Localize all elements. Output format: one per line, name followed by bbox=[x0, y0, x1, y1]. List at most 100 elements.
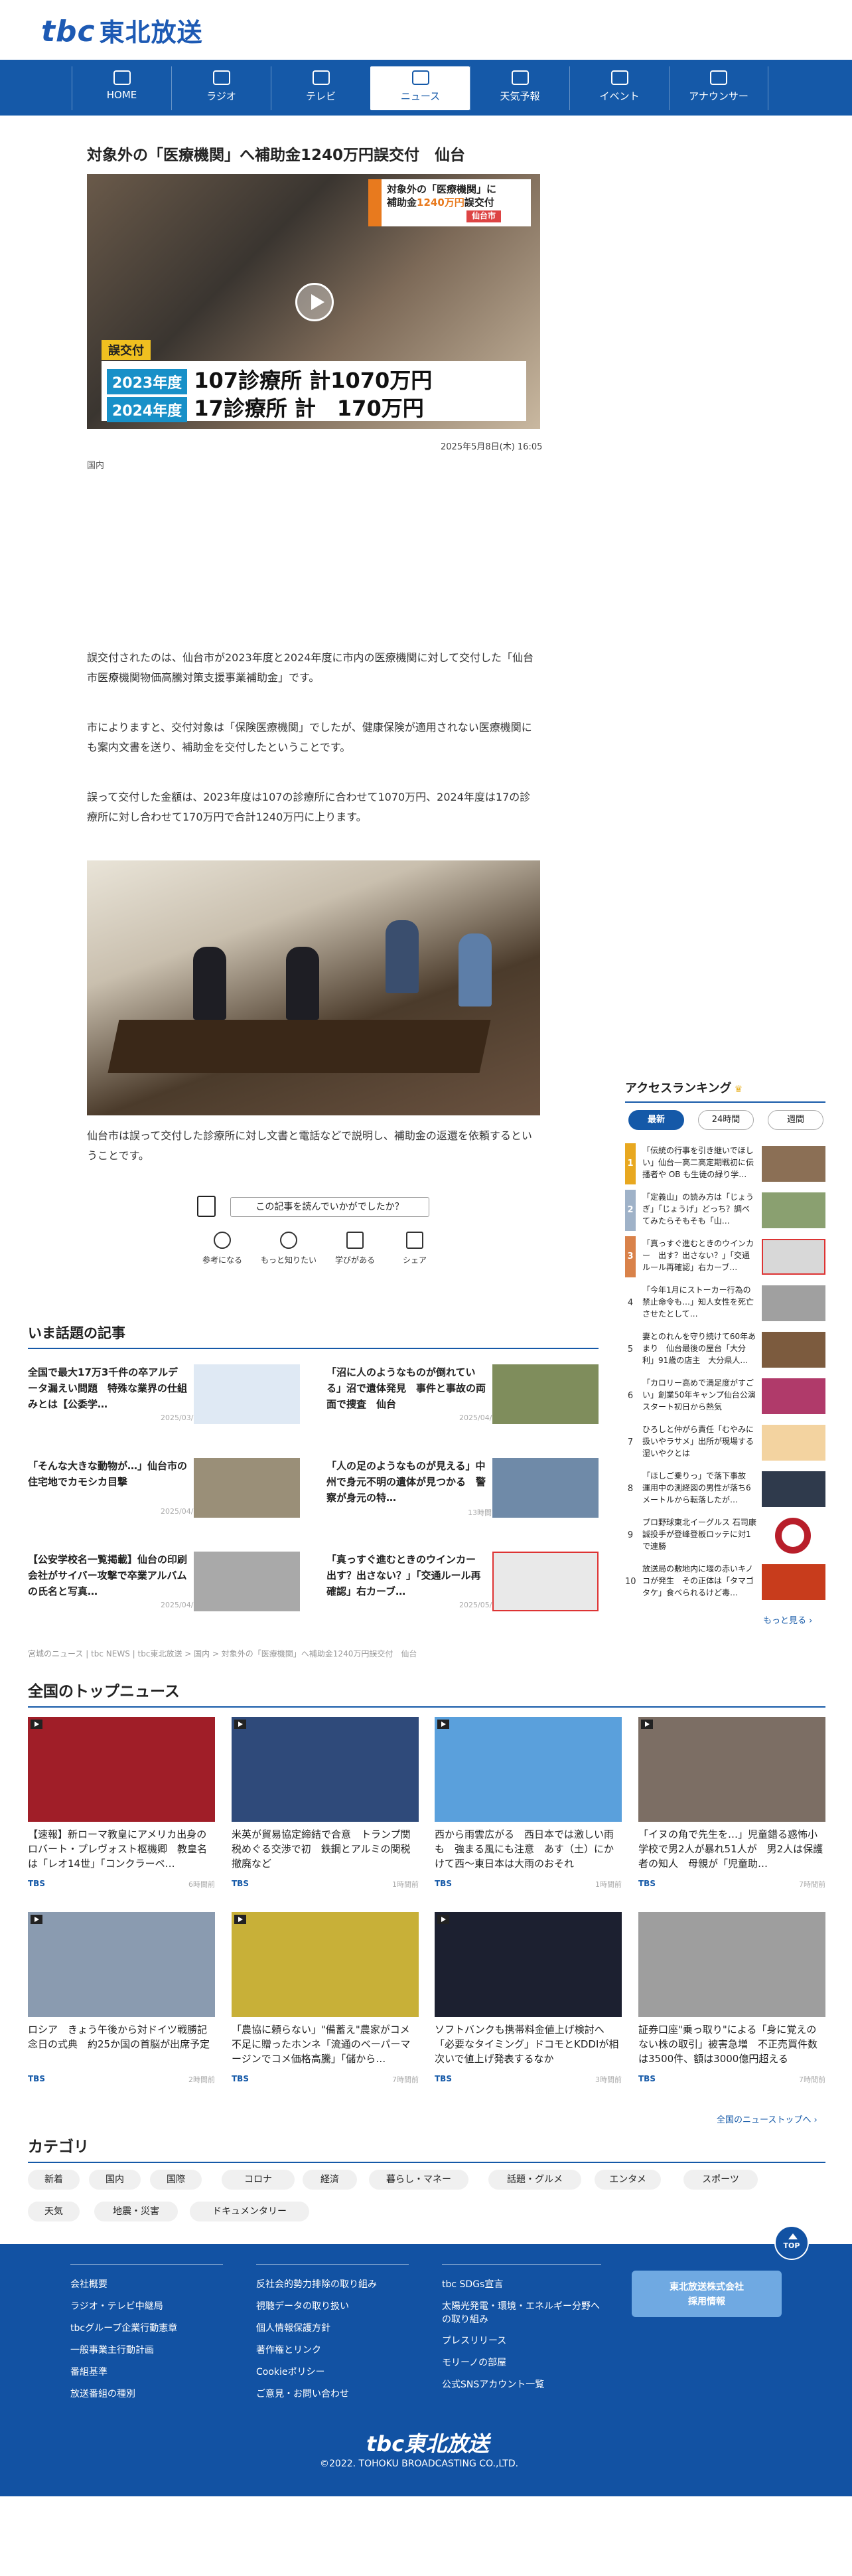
footer-link[interactable]: tbcグループ企業行動憲章 bbox=[70, 2318, 223, 2340]
ranking-more-link[interactable]: もっと見る › bbox=[763, 1613, 812, 1626]
footer-link[interactable]: 番組基準 bbox=[70, 2362, 223, 2383]
video-icon bbox=[437, 1720, 449, 1729]
footer-link[interactable]: Cookieポリシー bbox=[256, 2362, 409, 2383]
trending-thumbnail bbox=[492, 1364, 599, 1424]
trending-card[interactable]: 「真っすぐ進むときのウインカー 出す？出さない？」「交通ルール再確認」右カーブ…… bbox=[326, 1552, 599, 1611]
back-to-top-button[interactable]: TOP bbox=[774, 2225, 809, 2260]
article-category[interactable]: 国内 bbox=[87, 458, 104, 471]
trending-card[interactable]: 「そんな大きな動物が…」仙台市の住宅地でカモシカ目撃 2025/04/28 bbox=[28, 1458, 300, 1518]
ranking-item[interactable]: 8 「ほしご乗りっ」で落下事故 運用中の測経図の男性が落ち6メートルから転落したが… bbox=[625, 1469, 825, 1512]
trending-thumbnail bbox=[194, 1364, 300, 1424]
ranking-item[interactable]: 3 「真っすぐ進むときのウインカー 出す？出さない？」「交通ルール再確認」右カーブ… bbox=[625, 1236, 825, 1280]
play-icon[interactable] bbox=[295, 283, 334, 321]
footer-link[interactable]: モリーノの部屋 bbox=[442, 2352, 601, 2374]
category-chip[interactable]: エンタメ bbox=[595, 2170, 661, 2190]
footer-link[interactable]: 一般事業主行動計画 bbox=[70, 2340, 223, 2362]
national-news-card[interactable]: 【速報】新ローマ教皇にアメリカ出身のロバート・プレヴォスト枢機卿 教皇名は「レオ… bbox=[28, 1717, 215, 1896]
category-chip[interactable]: 暮らし・マネー bbox=[369, 2170, 468, 2190]
footer-link[interactable]: tbc SDGs宣言 bbox=[442, 2274, 601, 2296]
footer-links-col1: 会社概要 ラジオ・テレビ中継局 tbcグループ企業行動憲章 一般事業主行動計画 … bbox=[70, 2264, 223, 2405]
trending-card[interactable]: 「沼に人のようなものが倒れている」沼で遺体発見 事件と事故の両面で捜査 仙台 20… bbox=[326, 1364, 599, 1424]
national-news-card[interactable]: 米英が貿易協定締結で合意 トランプ関税めぐる交渉で初 鉄鋼とアルミの関税撤廃など… bbox=[232, 1717, 419, 1896]
category-chip[interactable]: 経済 bbox=[303, 2170, 357, 2190]
trending-thumbnail bbox=[194, 1552, 300, 1611]
national-news-card[interactable]: 西から雨雲広がる 西日本では激しい雨も 強まる風にも注意 あす（土）にかけて西〜… bbox=[435, 1717, 622, 1896]
nav-weather[interactable]: 天気予報 bbox=[470, 66, 569, 110]
ranking-heading: アクセスランキング ♛ bbox=[625, 1079, 825, 1103]
ranking-thumbnail bbox=[762, 1146, 825, 1182]
feedback-learn-more-button[interactable]: もっと知りたい bbox=[259, 1232, 319, 1265]
nav-tv[interactable]: テレビ bbox=[271, 66, 370, 110]
ranking-item[interactable]: 5 妻とのれんを守り続けて60年あまり 仙台最後の屋台「大分利」91歳の店主 大分… bbox=[625, 1329, 825, 1373]
video-icon bbox=[31, 1720, 42, 1729]
nav-announcer[interactable]: アナウンサー bbox=[669, 66, 768, 110]
category-chip[interactable]: 地震・災害 bbox=[94, 2202, 178, 2221]
ranking-tab-latest[interactable]: 最新 bbox=[628, 1110, 684, 1130]
copyright: ©2022. TOHOKU BROADCASTING CO.,LTD. bbox=[320, 2458, 519, 2469]
trending-card[interactable]: 【公安学校名一覧掲載】仙台の印刷会社がサイバー攻撃で卒業アルバムの氏名と写真… 2… bbox=[28, 1552, 300, 1611]
footer-link[interactable]: 太陽光発電・環境・エネルギー分野への取り組み bbox=[442, 2296, 601, 2330]
national-news-card[interactable]: ソフトバンクも携帯料金値上げ検討へ 「必要なタイミング」ドコモとKDDIが相次い… bbox=[435, 1912, 622, 2091]
nav-event[interactable]: イベント bbox=[569, 66, 669, 110]
magnifier-icon bbox=[280, 1232, 297, 1249]
video-icon bbox=[31, 1915, 42, 1924]
category-chip[interactable]: 新着 bbox=[28, 2170, 80, 2190]
category-chip[interactable]: 国内 bbox=[89, 2170, 141, 2190]
feedback-learned-button[interactable]: 学びがある bbox=[325, 1232, 385, 1265]
footer-link[interactable]: 著作権とリンク bbox=[256, 2340, 409, 2362]
feedback-helpful-button[interactable]: 参考になる bbox=[192, 1232, 252, 1265]
footer-link[interactable]: プレスリリース bbox=[442, 2330, 601, 2352]
news-thumbnail bbox=[232, 1717, 419, 1822]
ranking-tab-24h[interactable]: 24時間 bbox=[698, 1110, 754, 1130]
national-news-more-link[interactable]: 全国のニューストップへ › bbox=[717, 2113, 817, 2125]
ranking-item[interactable]: 1 「伝統の行事を引き継いでほしい」仙台一高二高定期戦初に伝播者や OB も生徒の… bbox=[625, 1143, 825, 1187]
category-chip[interactable]: スポーツ bbox=[683, 2170, 758, 2190]
ranking-item[interactable]: 10 放送局の敷地内に堰の赤いキノコが発生 その正体は「タマゴタケ」食べられるけど… bbox=[625, 1562, 825, 1605]
category-chip[interactable]: ドキュメンタリー bbox=[190, 2202, 309, 2221]
news-thumbnail bbox=[435, 1912, 622, 2017]
radio-icon bbox=[212, 70, 230, 85]
ranking-item[interactable]: 6 「カロリー高めで満足度がすごい」創業50年キャンプ仙台公演スタート初日から熱気 bbox=[625, 1376, 825, 1419]
trending-card[interactable]: 「人の足のようなものが見える」中州で身元不明の遺体が見つかる 警察が身元の特… 1… bbox=[326, 1458, 599, 1518]
footer-link[interactable]: 会社概要 bbox=[70, 2274, 223, 2296]
ranking-thumbnail bbox=[762, 1425, 825, 1461]
category-chip[interactable]: 天気 bbox=[28, 2202, 80, 2221]
share-button[interactable]: シェア bbox=[385, 1232, 445, 1265]
trending-thumbnail bbox=[492, 1552, 599, 1611]
nav-news[interactable]: ニュース bbox=[370, 66, 470, 110]
footer-link[interactable]: 反社会的勢力排除の取り組み bbox=[256, 2274, 409, 2296]
breadcrumb[interactable]: 宮城のニュース | tbc NEWS | tbc東北放送 > 国内 > 対象外の… bbox=[28, 1648, 417, 1659]
site-logo[interactable]: tbc 東北放送 bbox=[41, 12, 203, 48]
footer-link[interactable]: 個人情報保護方針 bbox=[256, 2318, 409, 2340]
nav-home[interactable]: HOME bbox=[72, 66, 171, 110]
crown-icon: ♛ bbox=[734, 1084, 743, 1095]
category-chip[interactable]: 話題・グルメ bbox=[488, 2170, 581, 2190]
ranking-thumbnail bbox=[762, 1332, 825, 1368]
ranking-item[interactable]: 4 「今年1月にストーカー行為の禁止命令も…」知人女性を死亡させたとして… bbox=[625, 1283, 825, 1327]
national-news-card[interactable]: 「農協に頼らない」"備蓄え"農家がコメ不足に贈ったホンネ「流通のベーパーマージン… bbox=[232, 1912, 419, 2091]
footer-link[interactable]: 放送番組の種別 bbox=[70, 2383, 223, 2405]
footer-link[interactable]: ご意見・お問い合わせ bbox=[256, 2383, 409, 2405]
video-icon bbox=[234, 1720, 246, 1729]
article-video-thumbnail[interactable]: 対象外の「医療機関」に 補助金1240万円誤交付 仙台市 誤交付 2023年度 1… bbox=[87, 174, 540, 429]
category-chip[interactable]: 国際 bbox=[150, 2170, 202, 2190]
national-news-card[interactable]: 「イヌの角で先生を…」児童錯る惑怖小学校で男2人が暴れ51人が 男2人は保護者の… bbox=[638, 1717, 825, 1896]
document-icon bbox=[197, 1196, 216, 1217]
national-news-card[interactable]: ロシア きょう午後から対ドイツ戦勝記念日の式典 約25か国の首脳が出席予定 TBS… bbox=[28, 1912, 215, 2091]
trending-card[interactable]: 全国で最大17万3千件の卒アルデータ漏えい問題 特殊な業界の仕組みとは【公委学…… bbox=[28, 1364, 300, 1424]
nav-radio[interactable]: ラジオ bbox=[171, 66, 271, 110]
ranking-item[interactable]: 7 ひろしと仲がら責任「むやみに扱いやラサメ」出所が現場する湿いやクとは bbox=[625, 1422, 825, 1466]
recruit-button[interactable]: 東北放送株式会社 採用情報 bbox=[632, 2271, 782, 2317]
home-icon bbox=[113, 70, 131, 85]
category-chip[interactable]: コロナ bbox=[222, 2170, 295, 2190]
ranking-item[interactable]: 2 「定義山」の読み方は「じょうぎ」「じょうげ」どっち？調べてみたらそもそも「山… bbox=[625, 1190, 825, 1234]
ranking-tab-weekly[interactable]: 週間 bbox=[768, 1110, 823, 1130]
footer-link[interactable]: 視聴データの取り扱い bbox=[256, 2296, 409, 2318]
ranking-item[interactable]: 9 プロ野球東北イーグルス 石司康誠投手が登峰登板ロッテに対1で連勝 bbox=[625, 1515, 825, 1559]
footer-link[interactable]: ラジオ・テレビ中継局 bbox=[70, 2296, 223, 2318]
national-news-card[interactable]: 証券口座"乗っ取り"による「身に覚えのない株の取引」被害急増 不正売買件数は35… bbox=[638, 1912, 825, 2091]
footer-link[interactable]: 公式SNSアカウント一覧 bbox=[442, 2374, 601, 2396]
footer-logo[interactable]: tbc東北放送 bbox=[366, 2427, 489, 2458]
share-icon bbox=[406, 1232, 423, 1249]
news-thumbnail bbox=[232, 1912, 419, 2017]
